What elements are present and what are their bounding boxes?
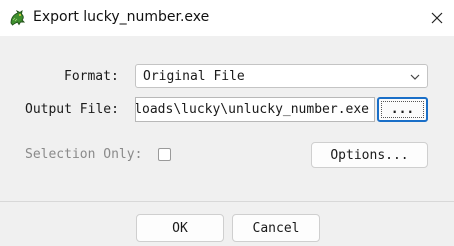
cancel-button[interactable]: Cancel	[232, 214, 320, 242]
selection-only-checkbox[interactable]	[158, 148, 171, 161]
options-label: Options...	[330, 147, 409, 163]
export-dialog: Export lucky_number.exe Format: Original…	[0, 0, 454, 246]
dragon-icon	[10, 9, 26, 26]
window-title: Export lucky_number.exe	[33, 9, 210, 25]
options-button[interactable]: Options...	[311, 142, 428, 168]
selection-only-label: Selection Only:	[25, 147, 143, 162]
format-label: Format:	[64, 69, 119, 84]
ok-label: OK	[172, 220, 188, 236]
close-button[interactable]	[419, 0, 454, 36]
browse-button[interactable]: ...	[377, 97, 428, 122]
format-value: Original File	[143, 69, 245, 84]
ok-button[interactable]: OK	[136, 214, 224, 242]
format-select[interactable]: Original File	[135, 64, 428, 88]
output-file-input[interactable]: C:\Users\Downloads\lucky\unlucky_number.…	[135, 97, 375, 122]
cancel-label: Cancel	[252, 220, 300, 236]
focus-ring	[381, 101, 424, 118]
output-file-label: Output File:	[25, 102, 119, 117]
output-file-value: C:\Users\Downloads\lucky\unlucky_number.…	[135, 102, 369, 117]
title-bar: Export lucky_number.exe	[0, 0, 454, 36]
dialog-footer	[0, 202, 454, 246]
chevron-down-icon	[410, 74, 420, 80]
close-icon	[431, 12, 442, 24]
